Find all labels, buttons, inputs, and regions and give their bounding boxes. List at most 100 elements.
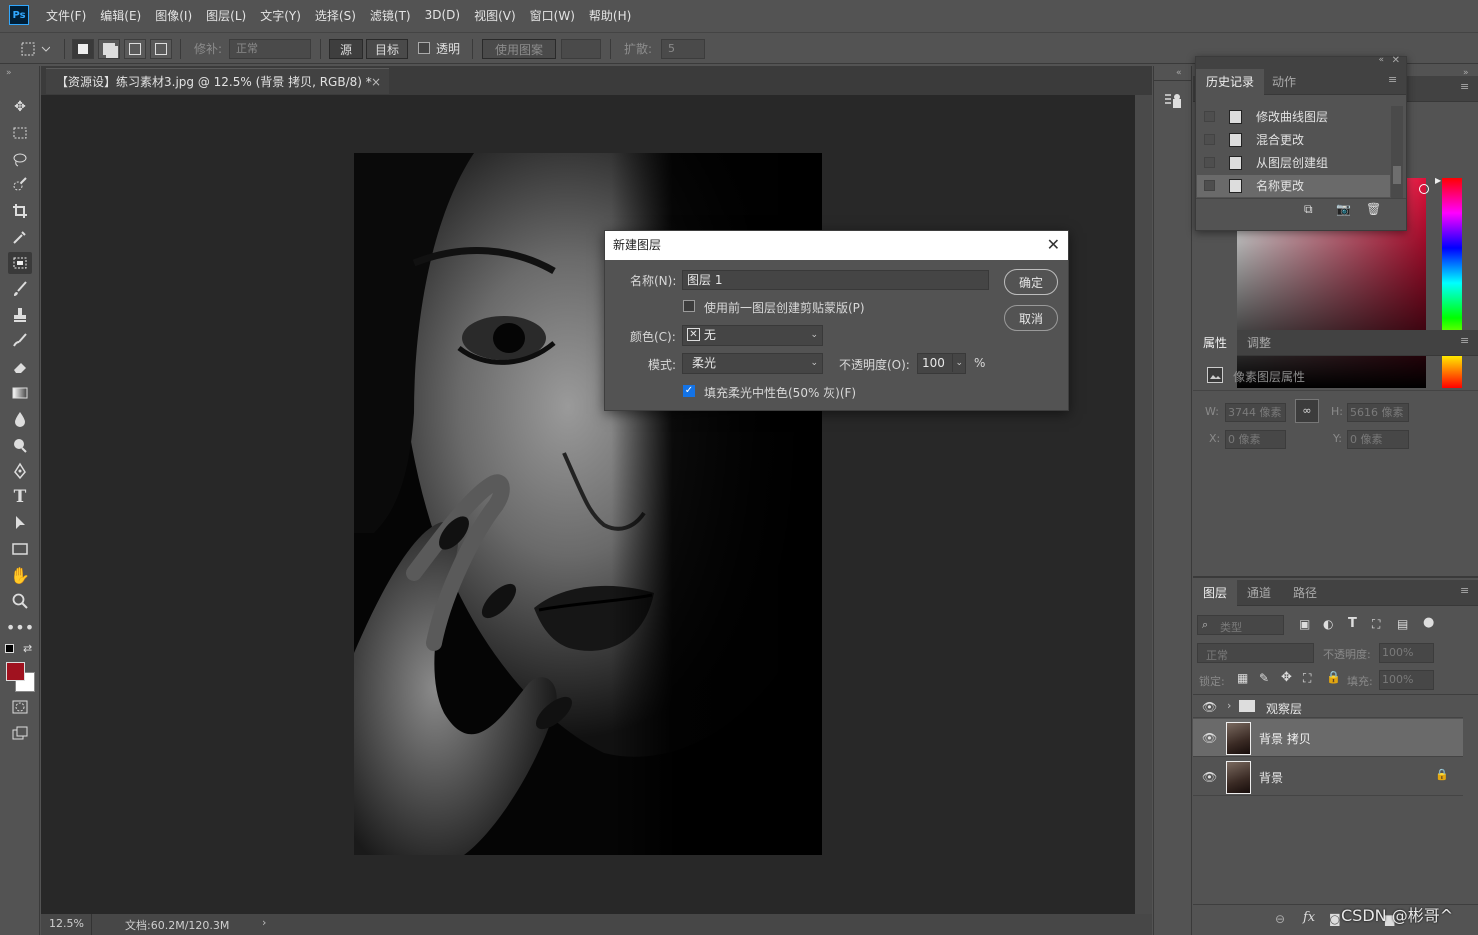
- history-brush-source-box[interactable]: [1204, 157, 1215, 168]
- filter-pixel-icon[interactable]: ▣: [1299, 617, 1310, 631]
- lock-pixels-icon[interactable]: ✎: [1259, 671, 1269, 685]
- tab-adjustments[interactable]: 调整: [1237, 330, 1281, 356]
- hue-slider[interactable]: [1442, 178, 1462, 388]
- link-dimensions-icon[interactable]: ∞: [1295, 399, 1319, 423]
- close-icon[interactable]: ✕: [1047, 231, 1060, 259]
- selection-add-button[interactable]: [98, 39, 120, 59]
- hue-slider-handle[interactable]: ▶: [1435, 176, 1441, 185]
- color-select[interactable]: ✕ 无 ⌄: [682, 325, 823, 346]
- selection-subtract-button[interactable]: [124, 39, 146, 59]
- layer-row-group[interactable]: 👁 › 观察层: [1193, 696, 1463, 718]
- tool-preset-picker[interactable]: [18, 39, 56, 59]
- hand-tool-icon[interactable]: ✋: [8, 564, 32, 586]
- history-brush-source-box[interactable]: [1204, 180, 1215, 191]
- history-menu-icon[interactable]: ≡: [1388, 74, 1400, 87]
- height-field[interactable]: 5616 像素: [1347, 403, 1409, 422]
- fill-field[interactable]: 100%: [1379, 670, 1434, 690]
- history-item[interactable]: 修改曲线图层: [1197, 106, 1390, 128]
- move-tool-icon[interactable]: ✥: [8, 96, 32, 118]
- collapse-toolbar-icon[interactable]: »: [6, 68, 12, 78]
- layer-row-background-copy[interactable]: 👁 背景 拷贝: [1193, 719, 1463, 757]
- history-panel-titlebar[interactable]: « ✕: [1196, 55, 1406, 69]
- patch-tool-icon[interactable]: [8, 252, 32, 274]
- quick-mask-icon[interactable]: [8, 696, 32, 718]
- fill-neutral-checkbox[interactable]: ✓: [683, 385, 695, 397]
- tab-channels[interactable]: 通道: [1237, 580, 1281, 606]
- blend-mode-select[interactable]: 正常: [1197, 643, 1314, 663]
- filter-smart-object-icon[interactable]: ▤: [1397, 617, 1408, 631]
- menu-view[interactable]: 视图(V): [474, 7, 516, 24]
- tab-actions[interactable]: 动作: [1262, 69, 1306, 95]
- filter-toggle-icon[interactable]: ●: [1423, 615, 1434, 630]
- menu-3d[interactable]: 3D(D): [425, 8, 460, 22]
- more-tools-icon[interactable]: •••: [6, 616, 34, 638]
- menu-filter[interactable]: 滤镜(T): [370, 7, 411, 24]
- selection-intersect-button[interactable]: [150, 39, 172, 59]
- layers-menu-icon[interactable]: ≡: [1460, 585, 1472, 598]
- tab-history[interactable]: 历史记录: [1196, 69, 1265, 95]
- lock-artboard-icon[interactable]: ⛶: [1303, 671, 1311, 686]
- color-panel-menu-icon[interactable]: ≡: [1460, 81, 1472, 94]
- foreground-color-swatch[interactable]: [6, 662, 25, 681]
- layer-name-field[interactable]: 图层 1: [682, 270, 989, 290]
- history-scrollbar[interactable]: [1391, 106, 1403, 198]
- target-button[interactable]: 目标: [366, 39, 408, 59]
- eyedropper-tool-icon[interactable]: [8, 226, 32, 248]
- quick-selection-tool-icon[interactable]: [8, 174, 32, 196]
- close-tab-icon[interactable]: ×: [371, 69, 381, 95]
- menu-file[interactable]: 文件(F): [46, 7, 86, 24]
- brush-tool-icon[interactable]: [8, 278, 32, 300]
- menu-select[interactable]: 选择(S): [315, 7, 356, 24]
- lock-all-icon[interactable]: 🔒: [1326, 670, 1341, 684]
- screen-mode-icon[interactable]: [8, 722, 32, 744]
- lock-transparent-icon[interactable]: ▦: [1237, 671, 1248, 685]
- status-menu-arrow[interactable]: ›: [262, 916, 266, 929]
- pattern-picker[interactable]: [561, 39, 601, 59]
- history-item-selected[interactable]: 名称更改: [1197, 175, 1390, 197]
- menu-layer[interactable]: 图层(L): [206, 7, 246, 24]
- mode-select[interactable]: 柔光 ⌄: [682, 353, 823, 374]
- diffusion-select[interactable]: 5: [661, 39, 705, 59]
- visibility-eye-icon[interactable]: 👁: [1202, 770, 1217, 784]
- close-history-icon[interactable]: ✕: [1392, 55, 1400, 66]
- menu-image[interactable]: 图像(I): [155, 7, 192, 24]
- path-selection-tool-icon[interactable]: [8, 512, 32, 534]
- layer-row-background[interactable]: 👁 背景 🔒: [1193, 758, 1463, 796]
- type-tool-icon[interactable]: T: [8, 486, 32, 508]
- selection-new-button[interactable]: [72, 39, 94, 59]
- lasso-tool-icon[interactable]: [8, 148, 32, 170]
- swap-colors-icon[interactable]: ⇄: [23, 642, 32, 655]
- patch-mode-select[interactable]: 正常: [229, 39, 311, 59]
- opacity-field[interactable]: 100 ⌄: [917, 353, 966, 374]
- visibility-eye-icon[interactable]: 👁: [1202, 731, 1217, 745]
- marquee-tool-icon[interactable]: [8, 122, 32, 144]
- history-brush-tool-icon[interactable]: [8, 330, 32, 352]
- visibility-eye-icon[interactable]: 👁: [1202, 700, 1217, 714]
- history-item[interactable]: 混合更改: [1197, 129, 1390, 151]
- layer-filter-select[interactable]: ⌕ 类型: [1197, 615, 1284, 635]
- dodge-tool-icon[interactable]: [8, 434, 32, 456]
- fx-icon[interactable]: fx: [1303, 910, 1315, 925]
- document-tab[interactable]: 【资源设】练习素材3.jpg @ 12.5% (背景 拷贝, RGB/8) * …: [46, 68, 389, 94]
- filter-type-icon[interactable]: T: [1348, 616, 1357, 631]
- pen-tool-icon[interactable]: [8, 460, 32, 482]
- zoom-tool-icon[interactable]: [8, 590, 32, 612]
- layer-opacity-field[interactable]: 100%: [1379, 643, 1434, 663]
- delete-state-icon[interactable]: 🗑: [1366, 202, 1381, 216]
- properties-menu-icon[interactable]: ≡: [1460, 335, 1472, 348]
- cancel-button[interactable]: 取消: [1004, 305, 1058, 331]
- transparent-checkbox[interactable]: [418, 42, 430, 54]
- zoom-level[interactable]: 12.5%: [49, 917, 84, 930]
- tab-paths[interactable]: 路径: [1283, 580, 1327, 606]
- tab-properties[interactable]: 属性: [1193, 330, 1238, 356]
- lock-position-icon[interactable]: ✥: [1281, 670, 1292, 685]
- y-field[interactable]: 0 像素: [1347, 430, 1409, 449]
- history-brush-source-box[interactable]: [1204, 134, 1215, 145]
- ok-button[interactable]: 确定: [1004, 269, 1058, 295]
- tab-layers[interactable]: 图层: [1193, 580, 1238, 606]
- snapshot-camera-icon[interactable]: 📷: [1336, 202, 1351, 216]
- link-layers-icon[interactable]: ⊖: [1275, 912, 1285, 926]
- crop-tool-icon[interactable]: [8, 200, 32, 222]
- history-item[interactable]: 从图层创建组: [1197, 152, 1390, 174]
- dialog-titlebar[interactable]: 新建图层 ✕: [605, 231, 1068, 260]
